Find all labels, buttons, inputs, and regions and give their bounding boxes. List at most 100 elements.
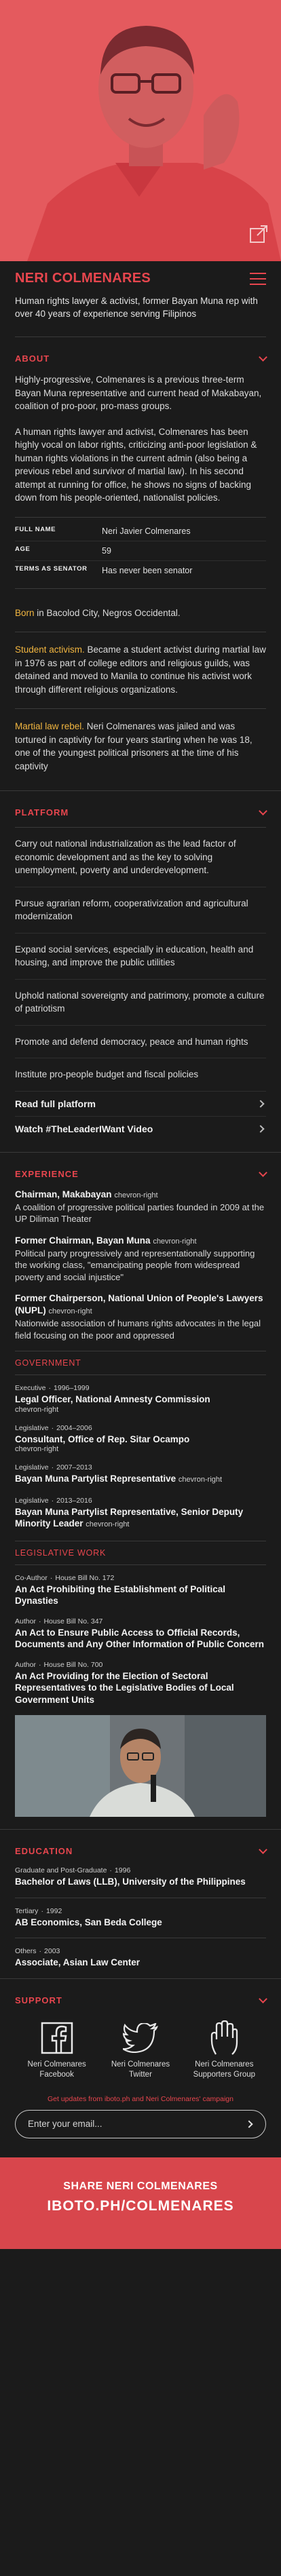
experience-entry[interactable]: Former Chairman, Bayan Muna chevron-righ… — [0, 1235, 281, 1284]
government-entry[interactable]: Legislative · 2007–2013 Bayan Muna Partyli… — [0, 1463, 281, 1486]
divider — [15, 1564, 266, 1565]
support-group[interactable]: Neri Colmenares Supporters Group — [187, 2019, 261, 2080]
government-entry[interactable]: Legislative · 2013–2016 Bayan Muna Partyli… — [0, 1496, 281, 1531]
fact-row: AGE 59 — [15, 541, 266, 561]
support-facebook[interactable]: Neri Colmenares Facebook — [20, 2019, 94, 2080]
watch-video-link[interactable]: Watch #TheLeaderIWant Video — [15, 1117, 266, 1141]
entry-title: Associate, Asian Law Center — [15, 1957, 140, 1967]
entry-title: Bayan Muna Partylist Representative chev… — [15, 1474, 223, 1484]
chevron-down-icon[interactable] — [259, 1168, 267, 1177]
bio-martial-law: Martial law rebel. Neri Colmenares was j… — [0, 720, 281, 773]
chevron-right-icon — [257, 1124, 265, 1133]
entry-title: AB Economics, San Beda College — [15, 1917, 162, 1927]
entry-title: Bayan Muna Partylist Representative, Sen… — [15, 1506, 244, 1529]
government-entry[interactable]: Executive · 1996–1999 Legal Officer, Natio… — [0, 1383, 281, 1414]
chevron-right-tag: chevron-right — [178, 1476, 223, 1484]
share-external-icon[interactable] — [248, 224, 269, 244]
legislative-entry[interactable]: Author · House Bill No. 347 An Act to Ensu… — [0, 1617, 281, 1651]
experience-desc: Nationwide association of humans rights … — [15, 1318, 261, 1341]
updates-text: Get updates from iboto.ph and Neri Colme… — [48, 2094, 233, 2103]
fact-row: FULL NAME Neri Javier Colmenares — [15, 522, 266, 541]
divider — [15, 1374, 266, 1375]
hand-icon — [211, 2020, 238, 2055]
bio-born: Born in Bacolod City, Negros Occidental. — [0, 607, 281, 620]
about-paragraph: A human rights lawyer and activist, Colm… — [15, 426, 257, 503]
email-input[interactable] — [28, 2119, 231, 2129]
about-paragraph: Highly-progressive, Colmenares is a prev… — [15, 374, 262, 411]
platform-item: Uphold national sovereignty and patrimon… — [15, 989, 266, 1026]
experience-role: Former Chairperson, National Union of Pe… — [15, 1293, 263, 1315]
experience-section-header[interactable]: EXPERIENCE — [0, 1153, 281, 1189]
share-url[interactable]: IBOTO.PH/COLMENARES — [0, 2198, 281, 2214]
education-entry: Others · 2003 Associate, Asian Law Center — [0, 1946, 281, 1969]
entry-meta: Others · 2003 — [15, 1947, 60, 1955]
entry-meta: Tertiary · 1992 — [15, 1906, 62, 1915]
experience-entry[interactable]: Former Chairperson, National Union of Pe… — [0, 1292, 281, 1341]
divider — [15, 827, 266, 828]
divider — [15, 588, 266, 589]
fact-key: FULL NAME — [15, 525, 56, 533]
entry-meta: Legislative · 2004–2006 — [15, 1423, 92, 1432]
fact-key: AGE — [15, 545, 31, 553]
entry-meta: Author · House Bill No. 347 — [15, 1617, 103, 1626]
chevron-right-tag: chevron-right — [86, 1520, 130, 1529]
about-section-header[interactable]: ABOUT — [0, 337, 281, 373]
facebook-icon — [41, 2022, 73, 2054]
chevron-down-icon[interactable] — [259, 1845, 267, 1854]
experience-role: Chairman, Makabayan chevron-right — [15, 1189, 158, 1199]
read-full-platform-link[interactable]: Read full platform — [15, 1092, 266, 1117]
link-label: Read full platform — [15, 1098, 96, 1109]
entry-title: Bachelor of Laws (LLB), University of th… — [15, 1877, 246, 1887]
bio-lead: Martial law rebel. — [15, 721, 85, 731]
fact-value: Neri Javier Colmenares — [102, 526, 191, 536]
candidate-speaking-photo — [15, 1715, 266, 1817]
platform-item: Institute pro-people budget and fiscal p… — [15, 1068, 266, 1092]
government-subheading: GOVERNMENT — [15, 1358, 81, 1368]
support-twitter[interactable]: Neri Colmenares Twitter — [103, 2019, 178, 2080]
platform-item: Carry out national industrialization as … — [15, 837, 266, 887]
fact-value: Has never been senator — [102, 565, 193, 575]
share-footer[interactable]: SHARE NERI COLMENARES IBOTO.PH/COLMENARE… — [0, 2157, 281, 2249]
education-section-header[interactable]: EDUCATION — [0, 1830, 281, 1866]
education-title: EDUCATION — [15, 1846, 73, 1856]
about-title: ABOUT — [15, 353, 50, 364]
chevron-down-icon[interactable] — [259, 353, 267, 362]
legislative-entry[interactable]: Co-Author · House Bill No. 172 An Act Proh… — [0, 1573, 281, 1607]
support-label: Neri Colmenares Twitter — [111, 2060, 170, 2079]
candidate-tagline: Human rights lawyer & activist, former B… — [15, 296, 258, 319]
entry-meta: Graduate and Post-Graduate · 1996 — [15, 1866, 131, 1875]
entry-meta: Legislative · 2007–2013 — [15, 1463, 92, 1472]
entry-title: Legal Officer, National Amnesty Commissi… — [15, 1394, 210, 1404]
chevron-right-tag: chevron-right — [15, 1405, 59, 1414]
experience-title: EXPERIENCE — [15, 1168, 79, 1179]
chevron-down-icon[interactable] — [259, 1994, 267, 2003]
entry-meta: Legislative · 2013–2016 — [15, 1496, 92, 1505]
chevron-right-tag: chevron-right — [153, 1237, 197, 1246]
platform-section-header[interactable]: PLATFORM — [0, 791, 281, 827]
platform-item: Expand social services, especially in ed… — [15, 943, 266, 980]
support-section-header[interactable]: SUPPORT — [0, 1979, 281, 2015]
experience-entry[interactable]: Chairman, Makabayan chevron-right A coal… — [0, 1189, 281, 1225]
legislative-entry[interactable]: Author · House Bill No. 700 An Act Providi… — [0, 1660, 281, 1706]
bio-student-activism: Student activism. Became a student activ… — [0, 643, 281, 696]
legislative-subheading: LEGISLATIVE WORK — [15, 1547, 107, 1558]
submit-arrow-icon[interactable] — [245, 2119, 253, 2128]
experience-desc: A coalition of progressive political par… — [15, 1202, 265, 1225]
support-label: Neri Colmenares Facebook — [27, 2060, 86, 2079]
chevron-right-tag: chevron-right — [114, 1191, 158, 1199]
fact-table: FULL NAME Neri Javier Colmenares AGE 59 … — [0, 518, 281, 588]
hero-portrait — [0, 0, 281, 261]
hamburger-menu-icon[interactable] — [250, 272, 266, 285]
candidate-name: NERI COLMENARES — [15, 271, 151, 286]
page: NERI COLMENARES Human rights lawyer & ac… — [0, 0, 281, 2249]
government-entry[interactable]: Legislative · 2004–2006 Consultant, Office… — [0, 1423, 281, 1454]
platform-item: Pursue agrarian reform, cooperativizatio… — [15, 897, 266, 934]
support-title: SUPPORT — [15, 1995, 62, 2005]
entry-title: An Act to Ensure Public Access to Offici… — [15, 1627, 265, 1650]
fact-row: TERMS AS SENATOR Has never been senator — [15, 561, 266, 580]
candidate-portrait — [0, 0, 281, 261]
platform-title: PLATFORM — [15, 807, 69, 818]
divider — [15, 708, 266, 709]
chevron-down-icon[interactable] — [259, 807, 267, 815]
experience-desc: Political party progressively and repres… — [15, 1248, 255, 1282]
